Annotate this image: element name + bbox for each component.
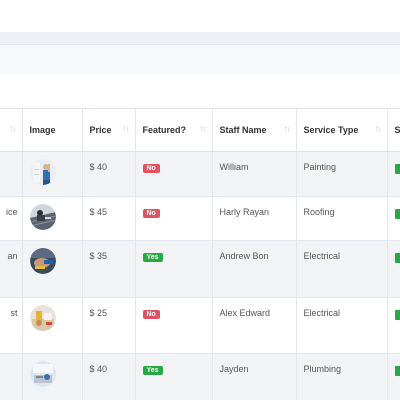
- status-cell: [387, 297, 400, 354]
- column-header-label: Featured?: [142, 125, 187, 135]
- featured-cell: No: [135, 151, 213, 197]
- status-toggle[interactable]: [394, 209, 400, 219]
- column-header-staff-name[interactable]: Staff Name ↑↓: [212, 108, 297, 152]
- status-toggle[interactable]: [394, 366, 400, 376]
- image-cell: [22, 151, 83, 197]
- service-name-cell: an: [0, 240, 23, 298]
- featured-cell: Yes: [135, 240, 213, 298]
- featured-cell: Yes: [135, 353, 213, 400]
- plumber-photo: [29, 361, 56, 387]
- staff-name-cell: Harly Rayan: [212, 196, 297, 241]
- painter-photo: [29, 159, 56, 185]
- service-type-cell: Roofing: [296, 196, 388, 241]
- electrician-tools-photo: [29, 305, 56, 331]
- staff-name-cell: Alex Edward: [212, 297, 297, 354]
- table-header-row: ↑↓ Image Price ↑↓ Featured? ↑↓ Staff Name ↑…: [0, 108, 400, 152]
- header-band: [0, 32, 400, 44]
- column-header-label: Price: [89, 125, 112, 135]
- table-toolbar: [0, 44, 400, 75]
- service-type-cell: Plumbing: [296, 353, 388, 400]
- featured-badge[interactable]: Yes: [142, 366, 163, 375]
- status-cell: [387, 240, 400, 298]
- electrician-photo: [29, 248, 56, 274]
- table-row[interactable]: $ 40 Yes Jayden Plumbing: [0, 353, 400, 400]
- service-name-cell: ice: [0, 196, 23, 241]
- featured-cell: No: [135, 196, 213, 241]
- featured-badge[interactable]: No: [142, 164, 160, 173]
- image-cell: [22, 196, 83, 241]
- roofer-photo: [29, 204, 56, 230]
- table-subheader: [0, 74, 400, 108]
- status-toggle[interactable]: [394, 164, 400, 174]
- staff-name-cell: Jayden: [212, 353, 297, 400]
- column-header-label: S: [394, 125, 400, 135]
- table-row[interactable]: $ 40 No William Painting: [0, 151, 400, 197]
- featured-cell: No: [135, 297, 213, 354]
- service-name-cell: [0, 151, 23, 197]
- price-cell: $ 40: [82, 151, 136, 197]
- column-header-price[interactable]: Price ↑↓: [82, 108, 136, 152]
- sort-icon[interactable]: ↑↓: [123, 124, 130, 133]
- featured-badge[interactable]: No: [142, 310, 160, 319]
- service-name-cell: [0, 353, 23, 400]
- price-cell: $ 25: [82, 297, 136, 354]
- service-type-cell: Electrical: [296, 240, 388, 298]
- status-toggle[interactable]: [394, 253, 400, 263]
- table-row[interactable]: st $ 25 No Alex Edward Electrical: [0, 297, 400, 354]
- services-table: ↑↓ Image Price ↑↓ Featured? ↑↓ Staff Name ↑…: [0, 108, 400, 400]
- column-header-name[interactable]: ↑↓: [0, 108, 23, 152]
- column-header-status[interactable]: S: [387, 108, 400, 152]
- image-cell: [22, 240, 83, 298]
- image-cell: [22, 353, 83, 400]
- status-toggle[interactable]: [394, 310, 400, 320]
- sort-icon[interactable]: ↑↓: [10, 124, 17, 133]
- image-cell: [22, 297, 83, 354]
- column-header-service-type[interactable]: Service Type ↑↓: [296, 108, 388, 152]
- table-row[interactable]: ice $ 45 No Harly Rayan Roofing: [0, 196, 400, 241]
- service-name-cell: st: [0, 297, 23, 354]
- sort-icon[interactable]: ↑↓: [200, 124, 207, 133]
- status-cell: [387, 196, 400, 241]
- column-header-featured[interactable]: Featured? ↑↓: [135, 108, 213, 152]
- status-cell: [387, 151, 400, 197]
- status-cell: [387, 353, 400, 400]
- staff-name-cell: Andrew Bon: [212, 240, 297, 298]
- top-navbar: [0, 0, 400, 32]
- price-cell: $ 45: [82, 196, 136, 241]
- sort-icon[interactable]: ↑↓: [284, 124, 291, 133]
- service-type-cell: Electrical: [296, 297, 388, 354]
- column-header-image[interactable]: Image: [22, 108, 83, 152]
- price-cell: $ 40: [82, 353, 136, 400]
- column-header-label: Service Type: [303, 125, 359, 135]
- featured-badge[interactable]: Yes: [142, 253, 163, 262]
- column-header-label: Image: [29, 125, 56, 135]
- sort-icon[interactable]: ↑↓: [375, 124, 382, 133]
- service-type-cell: Painting: [296, 151, 388, 197]
- featured-badge[interactable]: No: [142, 209, 160, 218]
- staff-name-cell: William: [212, 151, 297, 197]
- price-cell: $ 35: [82, 240, 136, 298]
- column-header-label: Staff Name: [219, 125, 267, 135]
- table-row[interactable]: an $ 35 Yes Andrew Bon Electrical: [0, 240, 400, 298]
